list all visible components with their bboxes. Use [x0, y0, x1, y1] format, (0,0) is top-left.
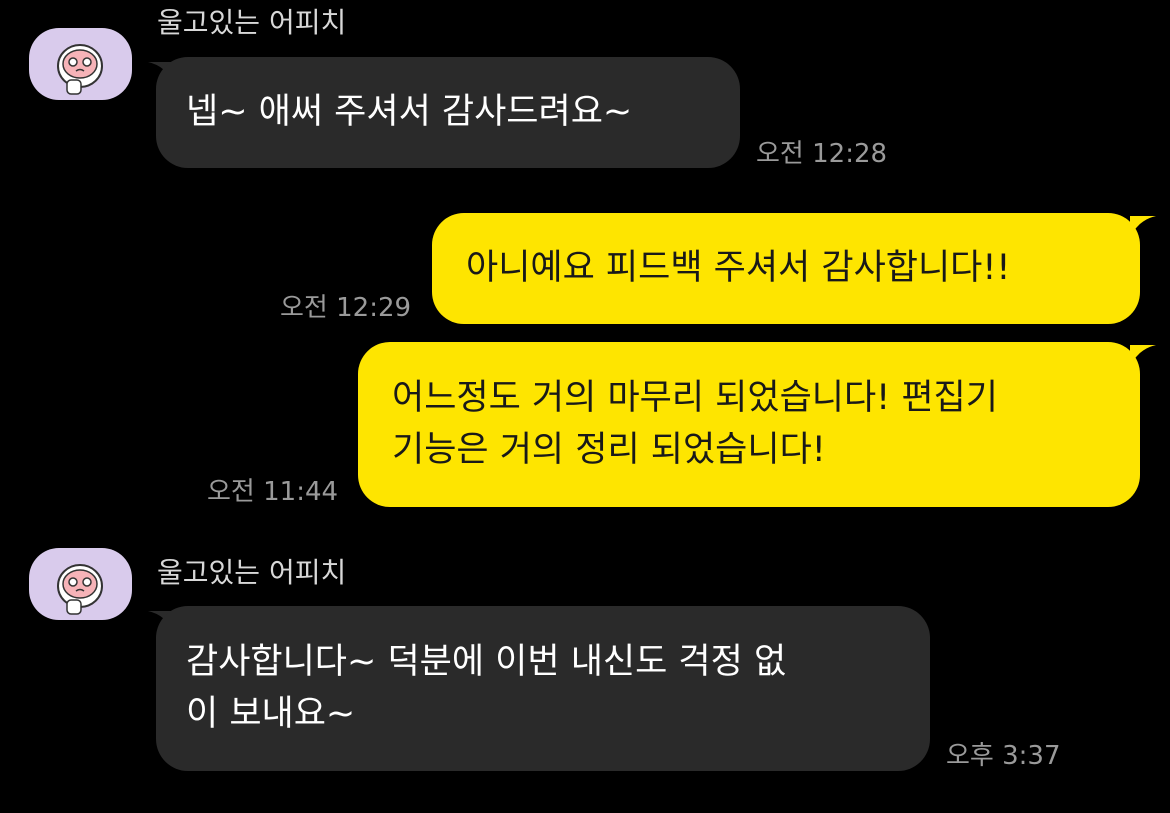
message-timestamp: 오전 12:29 [280, 293, 412, 323]
message-timestamp: 오전 11:44 [207, 477, 339, 507]
sender-avatar[interactable] [29, 28, 132, 100]
incoming-message-bubble[interactable]: 감사합니다~ 덕분에 이번 내신도 걱정 없 이 보내요~ [156, 606, 930, 771]
outgoing-bubble-tail [1130, 345, 1156, 367]
crying-apeach-avatar-icon [57, 564, 103, 615]
incoming-message-bubble[interactable]: 넵~ 애써 주셔서 감사드려요~ [156, 57, 740, 168]
sender-avatar[interactable] [29, 548, 132, 620]
outgoing-bubble-tail [1130, 216, 1156, 238]
message-timestamp: 오후 3:37 [946, 741, 1061, 771]
outgoing-message-bubble[interactable]: 어느정도 거의 마무리 되었습니다! 편집기 기능은 거의 정리 되었습니다! [358, 342, 1140, 507]
sender-name: 울고있는 어피치 [157, 6, 347, 39]
message-timestamp: 오전 12:28 [756, 139, 888, 169]
crying-apeach-avatar-icon [57, 44, 103, 95]
sender-name: 울고있는 어피치 [157, 556, 347, 589]
outgoing-message-bubble[interactable]: 아니예요 피드백 주셔서 감사합니다!! [432, 213, 1140, 324]
